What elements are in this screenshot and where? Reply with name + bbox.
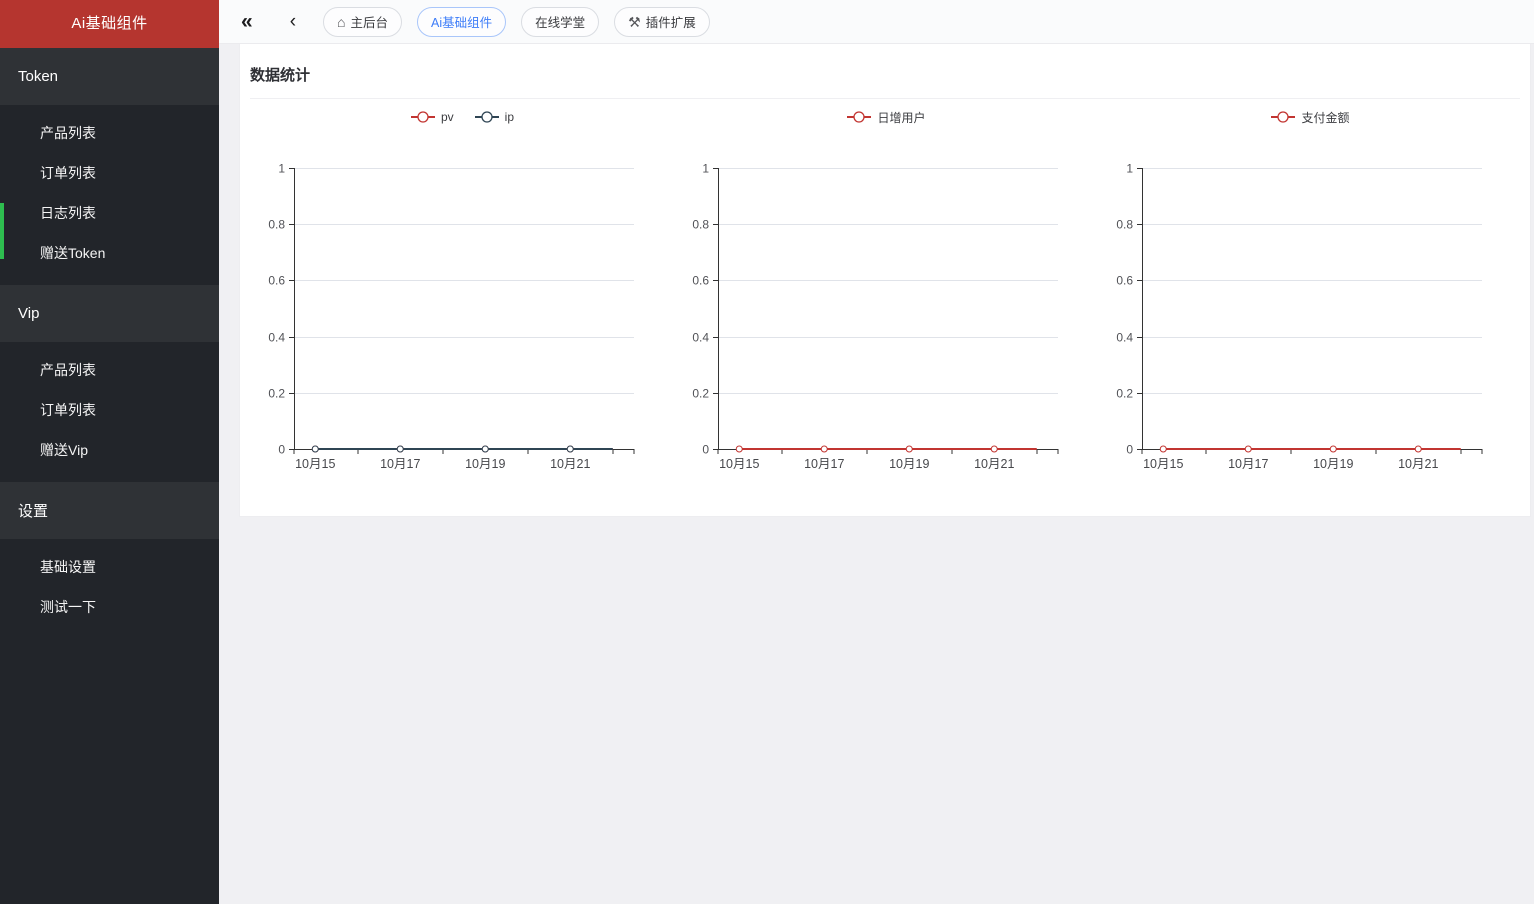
- legend-item-日增用户[interactable]: 日增用户: [846, 109, 926, 126]
- svg-text:0.8: 0.8: [268, 218, 285, 232]
- sidebar: Ai基础组件 Token 产品列表 订单列表 日志列表 赠送Token Vip …: [0, 0, 219, 904]
- back-icon[interactable]: ‹: [290, 12, 296, 31]
- sidebar-item-vip-product-list[interactable]: 产品列表: [0, 350, 219, 390]
- sidebar-item-token-order-list[interactable]: 订单列表: [0, 153, 219, 193]
- line-plot: 0 0.2 0.4 0.6 0.8 1 10月15 10月17 10月19 10月21: [268, 162, 635, 471]
- app-logo: Ai基础组件: [0, 0, 219, 48]
- legend-label: ip: [504, 110, 515, 124]
- svg-text:10月21: 10月21: [974, 457, 1014, 471]
- svg-text:10月15: 10月15: [719, 457, 759, 471]
- tab-ai-base-component[interactable]: Ai基础组件: [417, 6, 507, 37]
- tab-main-admin[interactable]: ⌂ 主后台: [323, 6, 402, 37]
- svg-text:1: 1: [702, 162, 709, 176]
- sidebar-menu-vip: 产品列表 订单列表 赠送Vip: [0, 342, 219, 482]
- svg-text:0.4: 0.4: [268, 331, 285, 345]
- sidebar-section-title-vip[interactable]: Vip: [0, 285, 219, 342]
- tab-plugin-extension[interactable]: ⚒ 插件扩展: [614, 6, 710, 37]
- chart-pv-ip: pv ip 0 0.2 0.4 0.6 0.8 1 10月15 10月17 10月19 10月21: [250, 99, 674, 485]
- svg-text:1: 1: [1126, 162, 1133, 176]
- home-icon: ⌂: [337, 13, 346, 30]
- tab-label: 插件扩展: [645, 16, 696, 30]
- line-series-marker-icon: [410, 111, 435, 123]
- tab-label: 主后台: [350, 16, 388, 30]
- stats-card: 数据统计 pv ip 0 0.2 0.4 0.6 0.8 1 10月15 10月17 10月19 1…: [239, 44, 1531, 517]
- svg-text:10月21: 10月21: [550, 457, 590, 471]
- line-series-marker-icon: [1271, 111, 1296, 123]
- svg-text:0.6: 0.6: [268, 274, 285, 288]
- svg-text:0.8: 0.8: [692, 218, 709, 232]
- sidebar-item-vip-order-list[interactable]: 订单列表: [0, 390, 219, 430]
- sidebar-item-test[interactable]: 测试一下: [0, 587, 219, 627]
- sidebar-item-token-gift[interactable]: 赠送Token: [0, 233, 219, 273]
- collapse-sidebar-icon[interactable]: «: [241, 11, 253, 32]
- svg-text:0: 0: [278, 443, 285, 457]
- svg-text:0: 0: [702, 443, 709, 457]
- sidebar-section-title-token[interactable]: Token: [0, 48, 219, 105]
- svg-text:0.2: 0.2: [268, 387, 285, 401]
- tab-label: 在线学堂: [535, 16, 586, 30]
- svg-text:10月21: 10月21: [1398, 457, 1438, 471]
- svg-text:10月19: 10月19: [1313, 457, 1353, 471]
- chart-payment-amount: 支付金额 0 0.2 0.4 0.6 0.8 1 10月15 10月17 10月19 10月21: [1098, 99, 1522, 485]
- svg-text:0.6: 0.6: [1116, 274, 1133, 288]
- svg-text:10月15: 10月15: [1143, 457, 1183, 471]
- sidebar-section-settings: 设置 基础设置 测试一下: [0, 482, 219, 639]
- sidebar-item-token-product-list[interactable]: 产品列表: [0, 113, 219, 153]
- svg-text:0.4: 0.4: [1116, 331, 1133, 345]
- chart-legend: 支付金额: [1098, 99, 1522, 135]
- tab-label: Ai基础组件: [431, 16, 493, 30]
- content-area: 数据统计 pv ip 0 0.2 0.4 0.6 0.8 1 10月15 10月17 10月19 1…: [219, 44, 1534, 904]
- charts-row: pv ip 0 0.2 0.4 0.6 0.8 1 10月15 10月17 10月19 10月21 …: [240, 99, 1530, 485]
- line-plot: 0 0.2 0.4 0.6 0.8 1 10月15 10月17 10月19 10月21: [1116, 162, 1483, 471]
- legend-item-ip[interactable]: ip: [474, 110, 514, 124]
- svg-text:0: 0: [1126, 443, 1133, 457]
- sidebar-menu-token: 产品列表 订单列表 日志列表 赠送Token: [0, 105, 219, 285]
- svg-text:10月19: 10月19: [889, 457, 929, 471]
- svg-text:10月17: 10月17: [804, 457, 844, 471]
- legend-label: 日增用户: [877, 110, 926, 125]
- sidebar-section-token: Token 产品列表 订单列表 日志列表 赠送Token: [0, 48, 219, 285]
- sidebar-item-basic-settings[interactable]: 基础设置: [0, 547, 219, 587]
- svg-text:10月17: 10月17: [1228, 457, 1268, 471]
- nav-tabs: ⌂ 主后台 Ai基础组件 在线学堂 ⚒ 插件扩展: [323, 6, 710, 37]
- chart-legend: 日增用户: [674, 99, 1098, 135]
- line-series-marker-icon: [847, 111, 872, 123]
- sidebar-section-vip: Vip 产品列表 订单列表 赠送Vip: [0, 285, 219, 482]
- svg-text:0.4: 0.4: [692, 331, 709, 345]
- line-series-marker-icon: [474, 111, 499, 123]
- svg-text:0.8: 0.8: [1116, 218, 1133, 232]
- svg-text:10月17: 10月17: [380, 457, 420, 471]
- chart-daily-new-users: 日增用户 0 0.2 0.4 0.6 0.8 1 10月15 10月17 10月19 10月21: [674, 99, 1098, 485]
- svg-text:10月15: 10月15: [295, 457, 335, 471]
- panel-title: 数据统计: [250, 67, 311, 84]
- sidebar-item-vip-gift[interactable]: 赠送Vip: [0, 430, 219, 470]
- tools-icon: ⚒: [628, 13, 641, 30]
- topbar: « ‹ ⌂ 主后台 Ai基础组件 在线学堂 ⚒ 插件扩展: [219, 0, 1534, 44]
- line-plot: 0 0.2 0.4 0.6 0.8 1 10月15 10月17 10月19 10月21: [692, 162, 1059, 471]
- legend-item-支付金额[interactable]: 支付金额: [1270, 109, 1350, 126]
- legend-label: 支付金额: [1301, 110, 1350, 125]
- legend-label: pv: [440, 110, 454, 124]
- sidebar-active-indicator: [0, 203, 4, 259]
- chart-legend: pv ip: [250, 99, 674, 135]
- svg-text:0.2: 0.2: [692, 387, 709, 401]
- sidebar-section-title-settings[interactable]: 设置: [0, 482, 219, 539]
- svg-text:0.6: 0.6: [692, 274, 709, 288]
- sidebar-menu-settings: 基础设置 测试一下: [0, 539, 219, 639]
- svg-text:1: 1: [278, 162, 285, 176]
- tab-online-school[interactable]: 在线学堂: [521, 6, 600, 37]
- svg-text:10月19: 10月19: [465, 457, 505, 471]
- sidebar-item-token-log-list[interactable]: 日志列表: [0, 193, 219, 233]
- legend-item-pv[interactable]: pv: [410, 110, 454, 124]
- svg-text:0.2: 0.2: [1116, 387, 1133, 401]
